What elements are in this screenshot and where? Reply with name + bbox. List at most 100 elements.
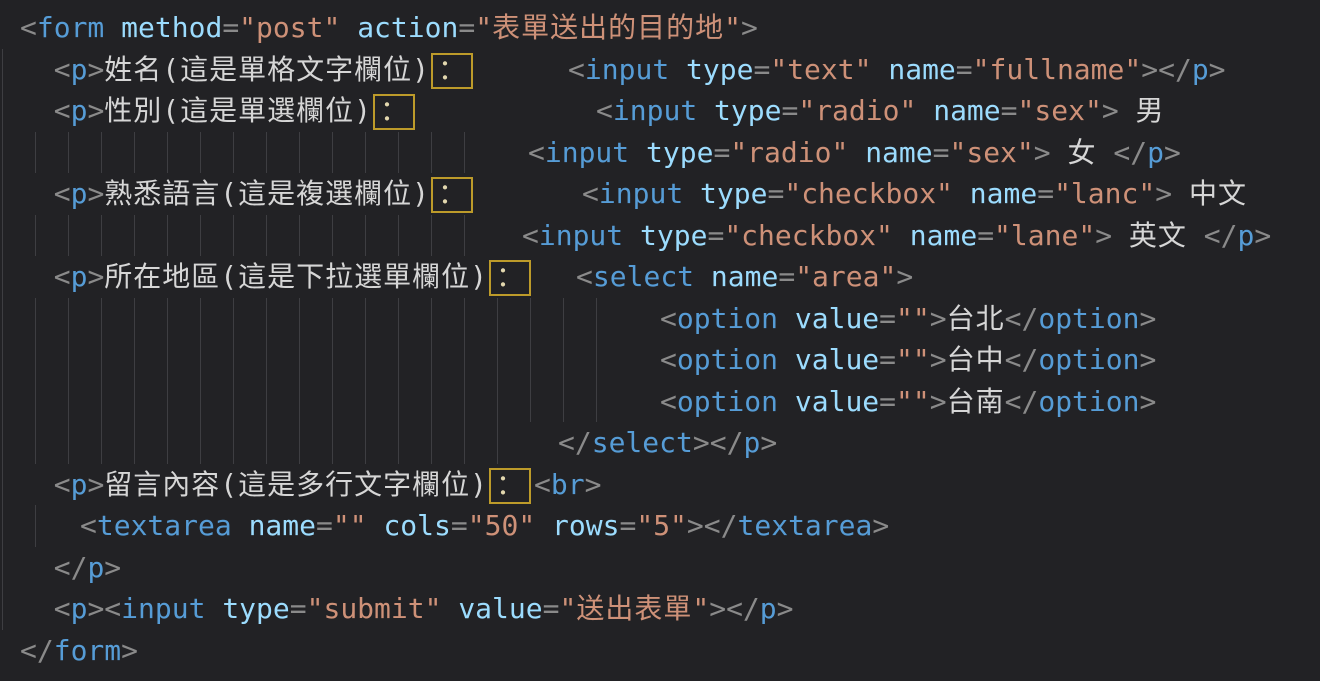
token-punctuation: < bbox=[528, 136, 545, 169]
token-tag-name: input bbox=[121, 592, 205, 625]
token-text bbox=[1097, 136, 1114, 169]
token-punctuation: > bbox=[709, 592, 726, 625]
token-punctuation: > bbox=[1140, 343, 1157, 376]
token-text bbox=[778, 302, 795, 335]
token-attribute-name: name bbox=[970, 177, 1037, 210]
token-punctuation: = bbox=[1001, 94, 1018, 127]
token-punctuation: = bbox=[956, 53, 973, 86]
token-punctuation: < bbox=[568, 53, 585, 86]
token-cjk-text: 台中 bbox=[947, 343, 1005, 376]
code-line-8: <option value="">台北</option> bbox=[0, 298, 1320, 340]
token-punctuation: > bbox=[687, 509, 704, 542]
token-text bbox=[623, 219, 640, 252]
token-text bbox=[20, 177, 54, 210]
token-attribute-name: type bbox=[640, 219, 707, 252]
token-text bbox=[916, 94, 933, 127]
token-tag-name: p bbox=[71, 468, 88, 501]
code-line-6: <input type="checkbox" name="lane"> 英文 <… bbox=[0, 215, 1320, 257]
token-tag-name: textarea bbox=[738, 509, 873, 542]
token-punctuation: < bbox=[522, 219, 539, 252]
token-punctuation: > bbox=[930, 302, 947, 335]
spacing-gap bbox=[20, 451, 558, 452]
token-tag-name: option bbox=[677, 385, 778, 418]
token-punctuation: > bbox=[760, 426, 777, 459]
token-punctuation: < bbox=[660, 302, 677, 335]
token-text bbox=[535, 509, 552, 542]
token-text bbox=[778, 343, 795, 376]
spacing-gap bbox=[20, 244, 522, 245]
token-tag-name: form bbox=[37, 11, 104, 44]
token-string: "50" bbox=[468, 509, 535, 542]
token-tag-name: p bbox=[71, 592, 88, 625]
token-text bbox=[20, 53, 54, 86]
token-text bbox=[694, 260, 711, 293]
token-punctuation: </ bbox=[704, 509, 738, 542]
token-punctuation: = bbox=[767, 177, 784, 210]
token-text bbox=[441, 592, 458, 625]
indent-guides bbox=[2, 132, 488, 174]
token-punctuation: > bbox=[1034, 136, 1051, 169]
token-string: "5" bbox=[636, 509, 687, 542]
token-text bbox=[778, 385, 795, 418]
token-cjk-text: 留言內容(這是多行文字欄位) bbox=[104, 468, 488, 501]
token-tag-name: option bbox=[677, 343, 778, 376]
token-string: "checkbox" bbox=[724, 219, 893, 252]
token-punctuation: < bbox=[54, 260, 71, 293]
token-punctuation: < bbox=[104, 592, 121, 625]
spacing-gap bbox=[20, 327, 660, 328]
token-text bbox=[20, 592, 54, 625]
token-punctuation: > bbox=[741, 11, 758, 44]
token-attribute-name: name bbox=[933, 94, 1000, 127]
token-tag-name: p bbox=[71, 53, 88, 86]
token-text bbox=[1051, 136, 1068, 169]
token-string: " bbox=[724, 11, 741, 44]
token-punctuation: < bbox=[54, 177, 71, 210]
token-tag-name: input bbox=[613, 94, 697, 127]
token-punctuation: </ bbox=[1005, 385, 1039, 418]
unicode-highlight-box: ： bbox=[489, 468, 531, 504]
token-punctuation: = bbox=[451, 509, 468, 542]
token-punctuation: = bbox=[290, 592, 307, 625]
token-text bbox=[669, 53, 686, 86]
token-string: "" bbox=[333, 509, 367, 542]
token-attribute-name: name bbox=[249, 509, 316, 542]
code-editor[interactable]: <form method="post" action="表單送出的目的地"> <… bbox=[0, 0, 1320, 681]
token-text bbox=[232, 509, 249, 542]
code-line-5: <p>熟悉語言(這是複選欄位)：<input type="checkbox" n… bbox=[0, 173, 1320, 215]
token-punctuation: < bbox=[534, 468, 551, 501]
token-punctuation: < bbox=[660, 343, 677, 376]
token-punctuation: > bbox=[87, 468, 104, 501]
token-cjk-text: 性別(這是單選欄位) bbox=[104, 94, 372, 127]
indent-guides bbox=[2, 215, 488, 257]
token-punctuation: > bbox=[1102, 94, 1119, 127]
token-tag-name: p bbox=[87, 551, 104, 584]
token-attribute-name: type bbox=[700, 177, 767, 210]
token-punctuation: </ bbox=[1113, 136, 1147, 169]
token-cjk-text: 熟悉語言(這是複選欄位) bbox=[104, 177, 430, 210]
token-tag-name: select bbox=[593, 260, 694, 293]
spacing-gap bbox=[20, 161, 528, 162]
token-attribute-name: name bbox=[888, 53, 955, 86]
token-tag-name: input bbox=[539, 219, 623, 252]
token-string: "lanc" bbox=[1054, 177, 1155, 210]
token-punctuation: = bbox=[778, 260, 795, 293]
token-punctuation: </ bbox=[710, 426, 744, 459]
token-cjk-text: 男 bbox=[1136, 94, 1165, 127]
token-attribute-name: type bbox=[222, 592, 289, 625]
token-string: " bbox=[475, 11, 492, 44]
token-text bbox=[697, 94, 714, 127]
token-punctuation: </ bbox=[558, 426, 592, 459]
token-punctuation: = bbox=[222, 11, 239, 44]
token-tag-name: option bbox=[1038, 385, 1139, 418]
spacing-gap bbox=[20, 410, 660, 411]
token-text bbox=[1172, 177, 1189, 210]
token-punctuation: </ bbox=[1204, 219, 1238, 252]
code-line-2: <p>姓名(這是單格文字欄位)：<input type="text" name=… bbox=[0, 49, 1320, 91]
token-punctuation: < bbox=[54, 94, 71, 127]
token-text bbox=[1119, 94, 1136, 127]
token-punctuation: > bbox=[585, 468, 602, 501]
token-punctuation: < bbox=[660, 385, 677, 418]
token-cjk-string: 表單送出的目的地 bbox=[492, 11, 724, 44]
token-text bbox=[893, 219, 910, 252]
token-punctuation: > bbox=[930, 343, 947, 376]
